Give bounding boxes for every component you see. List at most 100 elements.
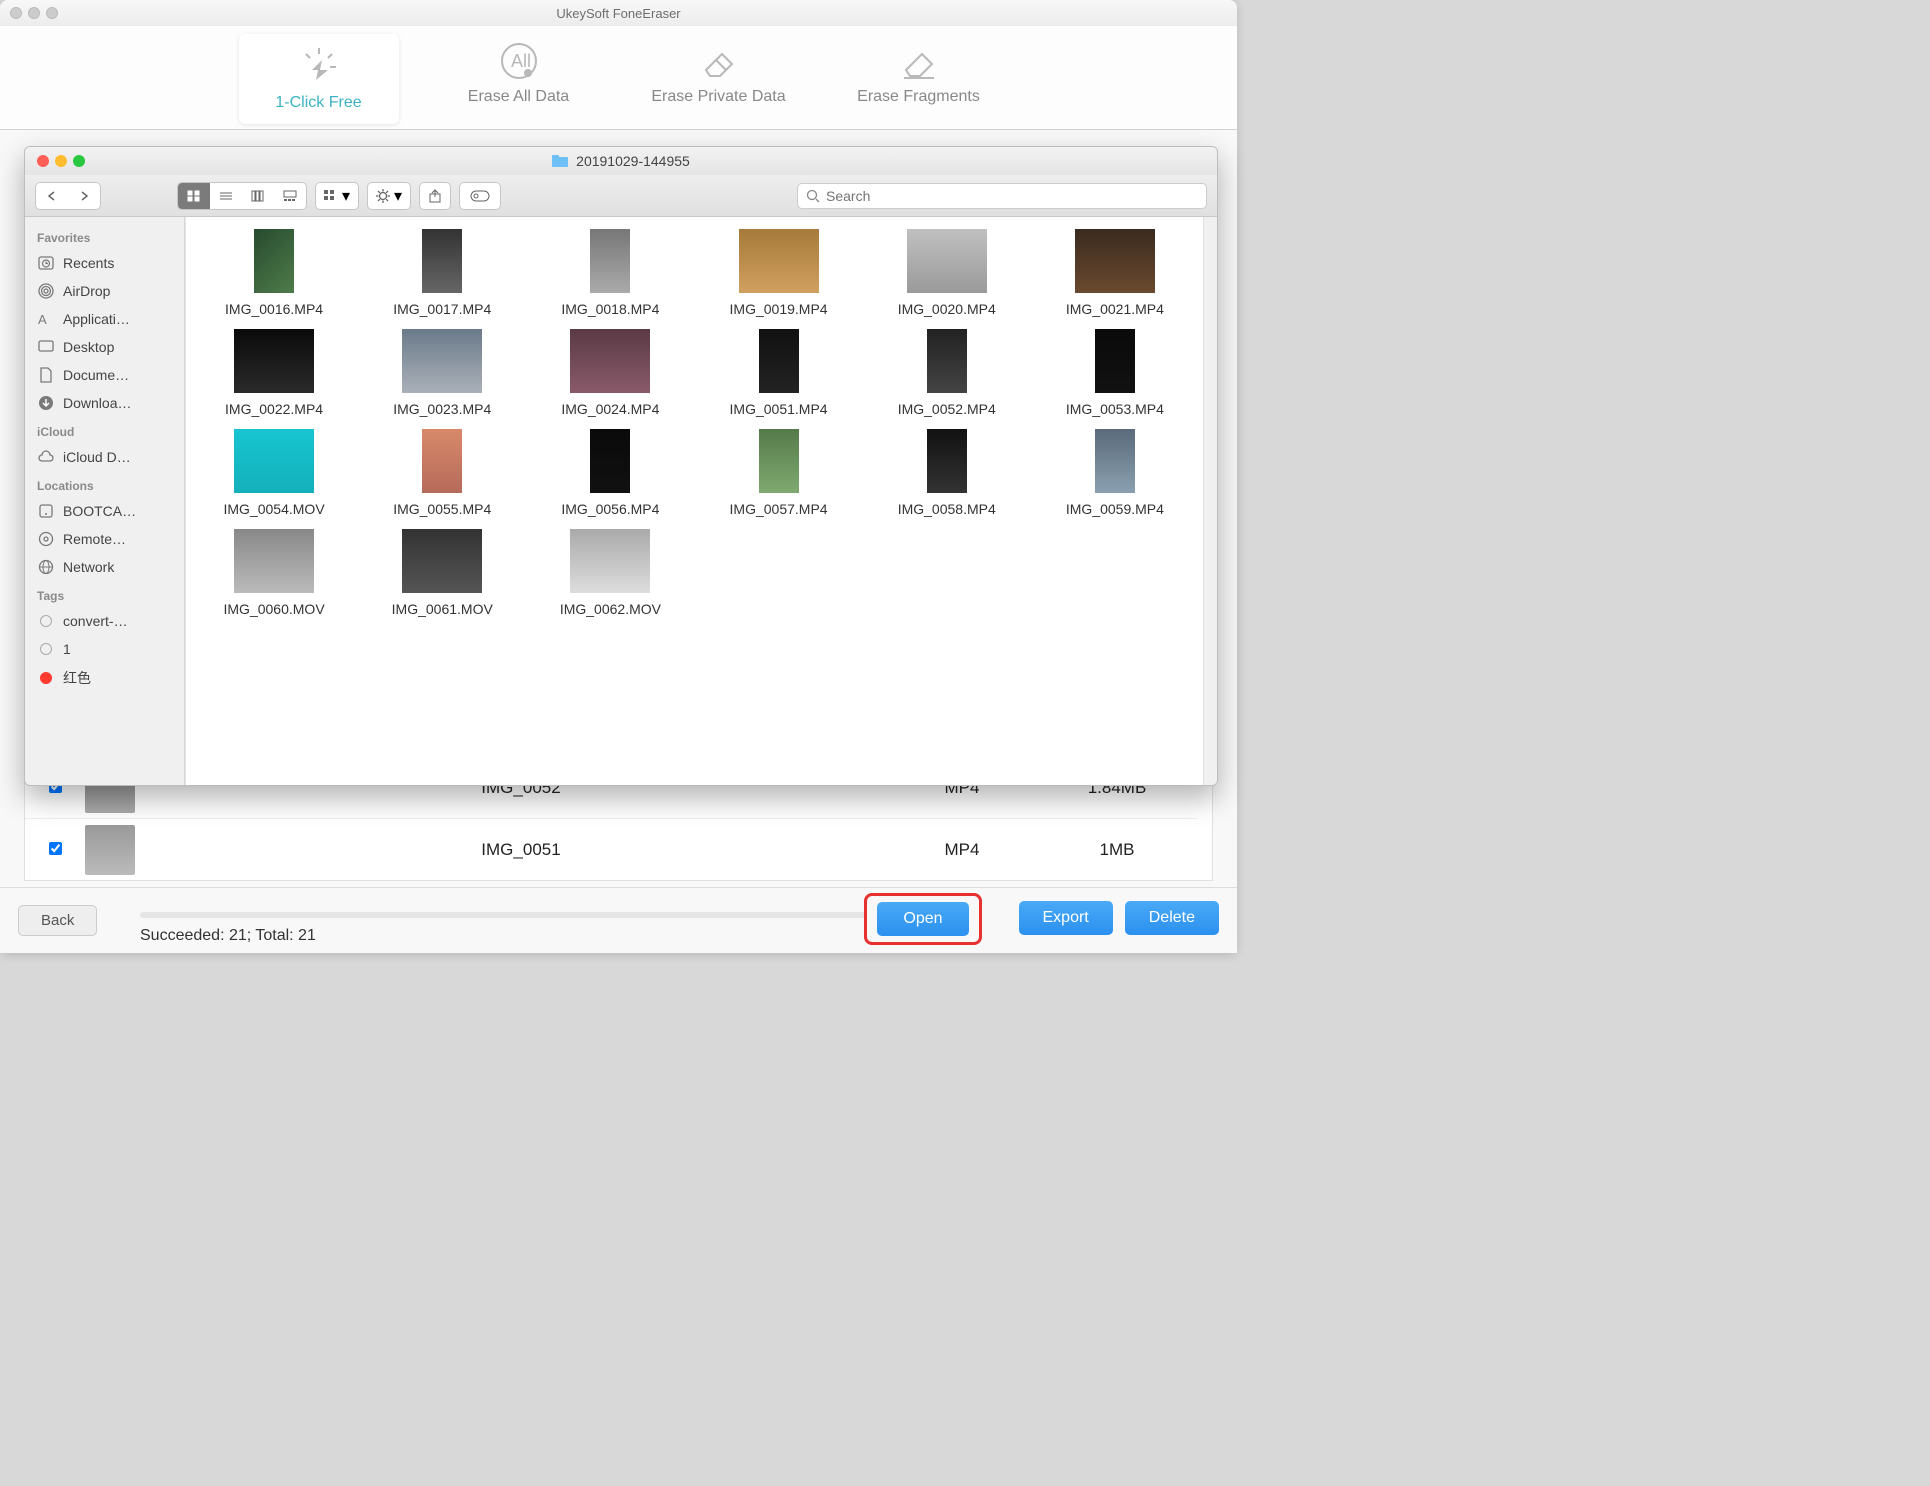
zoom-icon[interactable] — [46, 7, 58, 19]
view-gallery-button[interactable] — [274, 183, 306, 209]
chevron-down-icon: ▾ — [394, 186, 402, 206]
zoom-icon[interactable] — [73, 155, 85, 167]
open-button[interactable]: Open — [877, 902, 969, 936]
file-name: IMG_0021.MP4 — [1066, 301, 1164, 317]
group-by-button[interactable]: ▾ — [315, 182, 359, 210]
file-name: IMG_0052.MP4 — [898, 401, 996, 417]
tab-1click-free[interactable]: 1-Click Free — [239, 34, 399, 124]
file-item[interactable]: IMG_0054.MOV — [190, 429, 358, 517]
airdrop-icon — [37, 282, 55, 300]
file-item[interactable]: IMG_0061.MOV — [358, 529, 526, 617]
file-thumbnail — [570, 529, 650, 593]
file-thumbnail — [907, 229, 987, 293]
open-button-highlight: Open — [864, 893, 982, 945]
sidebar-item-label: BOOTCA… — [63, 503, 136, 519]
file-thumbnail — [759, 329, 799, 393]
row-checkbox[interactable] — [49, 842, 62, 855]
view-icons-button[interactable] — [178, 183, 210, 209]
view-columns-button[interactable] — [242, 183, 274, 209]
file-item[interactable]: IMG_0060.MOV — [190, 529, 358, 617]
file-item[interactable]: IMG_0062.MOV — [526, 529, 694, 617]
delete-button[interactable]: Delete — [1125, 901, 1219, 935]
sidebar-item[interactable]: Docume… — [25, 361, 184, 389]
file-thumbnail — [570, 329, 650, 393]
minimize-icon[interactable] — [55, 155, 67, 167]
file-item[interactable]: IMG_0053.MP4 — [1031, 329, 1199, 417]
sidebar-item[interactable]: BOOTCA… — [25, 497, 184, 525]
file-thumbnail — [927, 329, 967, 393]
finder-sidebar[interactable]: FavoritesRecentsAirDropAApplicati…Deskto… — [25, 217, 185, 785]
close-icon[interactable] — [10, 7, 22, 19]
file-item[interactable]: IMG_0057.MP4 — [695, 429, 863, 517]
file-item[interactable]: IMG_0024.MP4 — [526, 329, 694, 417]
file-item[interactable]: IMG_0055.MP4 — [358, 429, 526, 517]
file-item[interactable]: IMG_0056.MP4 — [526, 429, 694, 517]
sidebar-item[interactable]: AApplicati… — [25, 305, 184, 333]
tag-empty-icon — [37, 640, 55, 658]
file-item[interactable]: IMG_0021.MP4 — [1031, 229, 1199, 317]
view-mode-segment — [177, 182, 307, 210]
file-item[interactable]: IMG_0019.MP4 — [695, 229, 863, 317]
sidebar-item[interactable]: AirDrop — [25, 277, 184, 305]
finder-content[interactable]: IMG_0016.MP4IMG_0017.MP4IMG_0018.MP4IMG_… — [185, 217, 1203, 785]
row-name: IMG_0051 — [155, 840, 887, 860]
close-icon[interactable] — [37, 155, 49, 167]
scrollbar[interactable] — [1203, 217, 1217, 785]
file-item[interactable]: IMG_0023.MP4 — [358, 329, 526, 417]
tab-erase-fragments[interactable]: Erase Fragments — [839, 34, 999, 106]
sidebar-item[interactable]: 红色 — [25, 663, 184, 693]
minimize-icon[interactable] — [28, 7, 40, 19]
share-button[interactable] — [419, 182, 451, 210]
file-name: IMG_0024.MP4 — [561, 401, 659, 417]
sidebar-header: Locations — [25, 471, 184, 497]
sidebar-item[interactable]: Remote… — [25, 525, 184, 553]
file-name: IMG_0058.MP4 — [898, 501, 996, 517]
file-item[interactable]: IMG_0051.MP4 — [695, 329, 863, 417]
sidebar-item[interactable]: convert-… — [25, 607, 184, 635]
app-toolbar: 1-Click Free All Erase All Data Erase Pr… — [0, 26, 1237, 130]
sidebar-item[interactable]: 1 — [25, 635, 184, 663]
sidebar-item-label: Docume… — [63, 367, 129, 383]
svg-text:A: A — [38, 312, 47, 327]
sidebar-item-label: iCloud D… — [63, 449, 131, 465]
sidebar-item-label: 红色 — [63, 668, 91, 688]
nav-forward-button[interactable] — [68, 183, 100, 209]
search-field[interactable] — [797, 183, 1207, 209]
finder-toolbar: ▾ ▾ — [25, 175, 1217, 217]
tab-erase-all-data[interactable]: All Erase All Data — [439, 34, 599, 106]
action-menu-button[interactable]: ▾ — [367, 182, 411, 210]
file-item[interactable]: IMG_0022.MP4 — [190, 329, 358, 417]
file-thumbnail — [739, 229, 819, 293]
file-name: IMG_0056.MP4 — [561, 501, 659, 517]
sidebar-item[interactable]: Recents — [25, 249, 184, 277]
search-input[interactable] — [826, 188, 1198, 204]
nav-back-button[interactable] — [36, 183, 68, 209]
file-thumbnail — [1075, 229, 1155, 293]
cloud-icon — [37, 448, 55, 466]
finder-window-controls[interactable] — [37, 155, 85, 167]
finder-dialog: 20191029-144955 ▾ — [24, 146, 1218, 786]
file-item[interactable]: IMG_0058.MP4 — [863, 429, 1031, 517]
file-item[interactable]: IMG_0020.MP4 — [863, 229, 1031, 317]
file-item[interactable]: IMG_0017.MP4 — [358, 229, 526, 317]
sidebar-item[interactable]: Desktop — [25, 333, 184, 361]
file-item[interactable]: IMG_0052.MP4 — [863, 329, 1031, 417]
row-ext: MP4 — [887, 840, 1037, 860]
tab-erase-private-data[interactable]: Erase Private Data — [639, 34, 799, 106]
sidebar-item[interactable]: Downloa… — [25, 389, 184, 417]
tags-button[interactable] — [459, 182, 501, 210]
sidebar-item[interactable]: Network — [25, 553, 184, 581]
file-item[interactable]: IMG_0059.MP4 — [1031, 429, 1199, 517]
file-item[interactable]: IMG_0018.MP4 — [526, 229, 694, 317]
file-item[interactable]: IMG_0016.MP4 — [190, 229, 358, 317]
file-thumbnail — [422, 229, 462, 293]
window-controls[interactable] — [10, 7, 58, 19]
view-list-button[interactable] — [210, 183, 242, 209]
apps-icon: A — [37, 310, 55, 328]
app-window: UkeySoft FoneEraser 1-Click Free All Era… — [0, 0, 1237, 953]
file-name: IMG_0020.MP4 — [898, 301, 996, 317]
sidebar-item[interactable]: iCloud D… — [25, 443, 184, 471]
export-button[interactable]: Export — [1019, 901, 1113, 935]
back-button[interactable]: Back — [18, 905, 97, 936]
table-row[interactable]: IMG_0051 MP4 1MB — [25, 818, 1197, 880]
